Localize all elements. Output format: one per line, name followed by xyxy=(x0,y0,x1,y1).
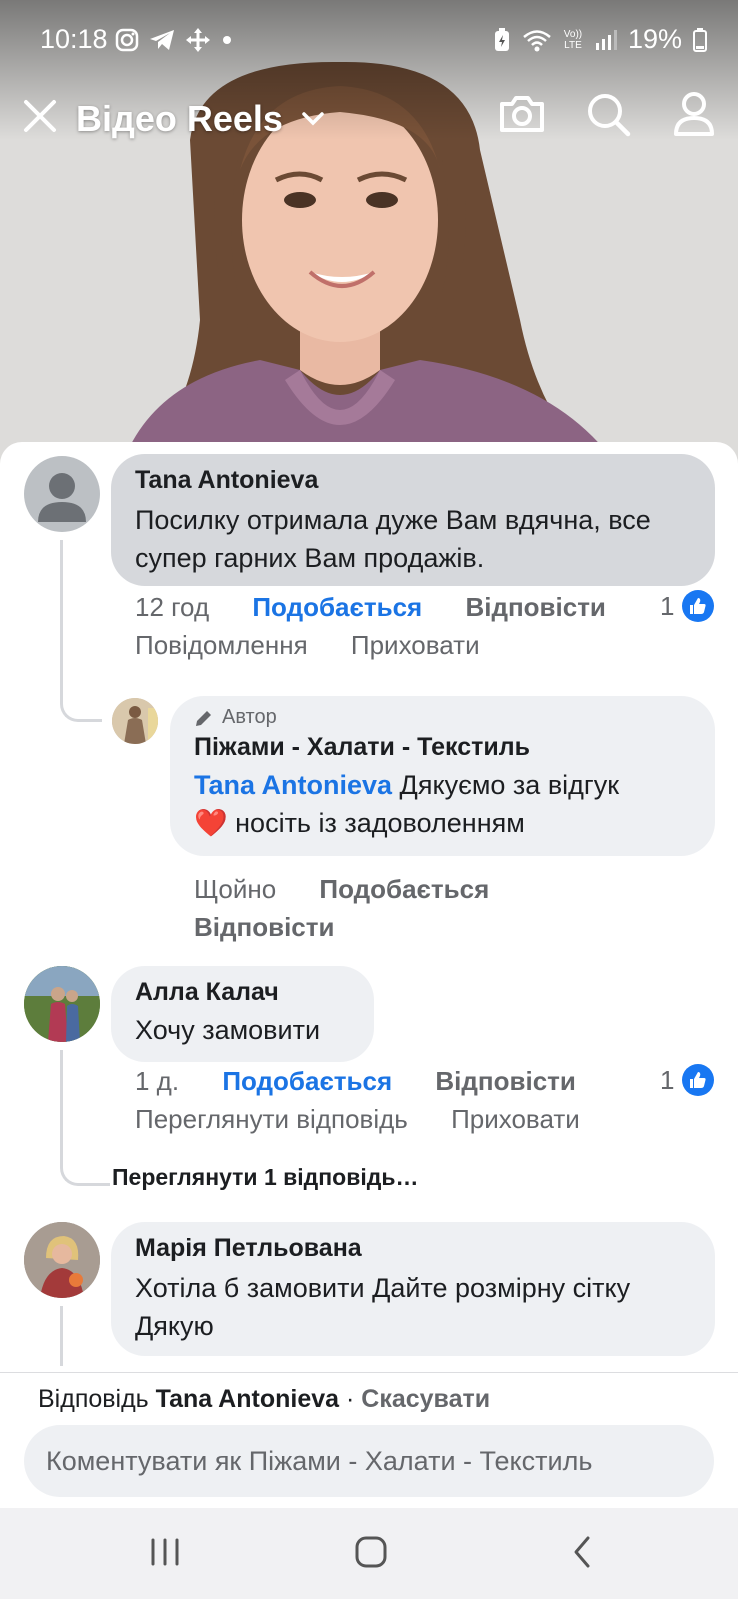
author-badge-label: Автор xyxy=(222,706,277,728)
reply-author[interactable]: Піжами - Халати - Текстиль xyxy=(194,733,691,762)
mention-link[interactable]: Tana Antonieva xyxy=(194,770,392,800)
back-icon[interactable] xyxy=(566,1532,600,1572)
home-icon[interactable] xyxy=(354,1532,388,1572)
comment-input[interactable] xyxy=(24,1425,714,1497)
comment-time: 12 год xyxy=(135,592,210,622)
like-count-number: 1 xyxy=(660,590,675,621)
pencil-icon xyxy=(196,710,211,726)
comment-actions: 1 д. Подобається Відповісти xyxy=(135,1066,576,1097)
reply-actions: Щойно Подобається Відповісти xyxy=(194,870,489,946)
hide-button[interactable]: Приховати xyxy=(451,1104,580,1134)
reply-composer: Відповідь Tana Antonieva · Скасувати xyxy=(0,1372,738,1508)
recent-apps-icon[interactable] xyxy=(148,1532,182,1572)
avatar-photo xyxy=(24,966,100,1042)
heart-emoji: ❤️ xyxy=(194,808,228,838)
reply-text: Tana Antonieva Дякуємо за відгук ❤️ носі… xyxy=(194,766,691,842)
page-title[interactable]: Відео Reels xyxy=(76,98,283,140)
hide-button[interactable]: Приховати xyxy=(351,630,480,660)
reply-text-part1: Дякуємо за відгук xyxy=(399,770,620,800)
status-time: 10:18 xyxy=(40,24,108,54)
view-reply-button[interactable]: Переглянути відповідь xyxy=(135,1104,408,1134)
battery-saver-icon xyxy=(494,27,509,51)
comment-actions-row2: Переглянути відповідь Приховати xyxy=(135,1104,580,1135)
chevron-down-icon[interactable] xyxy=(300,110,326,128)
comment-bubble-highlighted[interactable]: Tana Antonieva Посилку отримала дуже Вам… xyxy=(111,454,715,586)
replying-to-line: Відповідь Tana Antonieva · Скасувати xyxy=(38,1385,490,1414)
reply-button[interactable]: Відповісти xyxy=(465,592,605,622)
reply-time: Щойно xyxy=(194,874,277,904)
comment-text: Посилку отримала дуже Вам вдячна, все су… xyxy=(135,505,651,573)
comment-actions-row2: Повідомлення Приховати xyxy=(135,630,480,661)
separator: · xyxy=(346,1385,355,1413)
instagram-icon xyxy=(115,28,139,52)
comment-bubble[interactable]: Марія Петльована Хотіла б замовити Дайте… xyxy=(111,1222,715,1356)
thread-line xyxy=(60,1050,110,1186)
wifi-icon xyxy=(523,29,551,51)
camera-icon[interactable] xyxy=(496,88,548,140)
reels-top-nav: Відео Reels xyxy=(0,82,738,162)
system-nav-bar xyxy=(0,1508,738,1599)
comment-author[interactable]: Марія Петльована xyxy=(135,1234,691,1263)
comment-text: Хотіла б замовити Дайте розмірну сітку Д… xyxy=(135,1273,631,1341)
like-count[interactable]: 1 xyxy=(660,590,715,622)
like-button[interactable]: Подобається xyxy=(252,592,422,622)
comments-sheet: Tana Antonieva Посилку отримала дуже Вам… xyxy=(0,442,738,1508)
search-icon[interactable] xyxy=(582,88,634,140)
view-replies-link[interactable]: Переглянути 1 відповідь… xyxy=(112,1164,418,1191)
message-button[interactable]: Повідомлення xyxy=(135,630,308,660)
status-left-icons xyxy=(114,26,234,54)
cancel-reply-button[interactable]: Скасувати xyxy=(361,1385,490,1413)
move-icon xyxy=(186,28,210,52)
reply-like-button[interactable]: Подобається xyxy=(319,874,489,904)
comment-bubble[interactable]: Алла Калач Хочу замовити xyxy=(111,966,374,1062)
default-avatar-icon xyxy=(38,473,86,522)
telegram-icon xyxy=(150,30,174,50)
comment-author[interactable]: Алла Калач xyxy=(135,978,350,1007)
signal-icon xyxy=(595,29,617,50)
thread-line xyxy=(60,540,102,722)
comment-actions: 12 год Подобається Відповісти xyxy=(135,592,655,623)
avatar[interactable] xyxy=(24,1222,100,1298)
comment-time: 1 д. xyxy=(135,1066,180,1096)
reply-prefix: Відповідь xyxy=(38,1385,149,1413)
like-count-number: 1 xyxy=(660,1064,675,1095)
thumbs-up-icon xyxy=(682,590,715,622)
comment-author[interactable]: Tana Antonieva xyxy=(135,466,691,495)
battery-icon xyxy=(693,27,707,52)
comment-text: Хочу замовити xyxy=(135,1015,321,1045)
thread-line xyxy=(60,1306,63,1366)
like-count[interactable]: 1 xyxy=(660,1064,715,1096)
volte-icon: Vo)) LTE xyxy=(563,28,583,51)
user-icon[interactable] xyxy=(668,88,720,140)
author-badge: Автор xyxy=(194,706,691,729)
reply-reply-button[interactable]: Відповісти xyxy=(194,912,334,942)
close-icon[interactable] xyxy=(20,96,60,136)
page-avatar[interactable] xyxy=(112,698,158,744)
avatar[interactable] xyxy=(24,966,100,1042)
dot-icon xyxy=(223,36,231,44)
status-bar: 10:18 Vo)) LTE 19% xyxy=(0,0,738,80)
avatar-photo xyxy=(24,1222,100,1298)
battery-percent: 19% xyxy=(627,24,682,54)
page-avatar-image xyxy=(112,698,158,744)
reply-text-part2: носіть із задоволенням xyxy=(235,808,525,838)
status-right-icons: Vo)) LTE 19% xyxy=(492,24,708,55)
reply-to-name: Tana Antonieva xyxy=(155,1385,340,1413)
reply-bubble[interactable]: Автор Піжами - Халати - Текстиль Tana An… xyxy=(170,696,715,856)
thumbs-up-icon xyxy=(682,1064,715,1096)
like-button[interactable]: Подобається xyxy=(222,1066,392,1096)
avatar[interactable] xyxy=(24,456,100,532)
reply-button[interactable]: Відповісти xyxy=(435,1066,575,1096)
